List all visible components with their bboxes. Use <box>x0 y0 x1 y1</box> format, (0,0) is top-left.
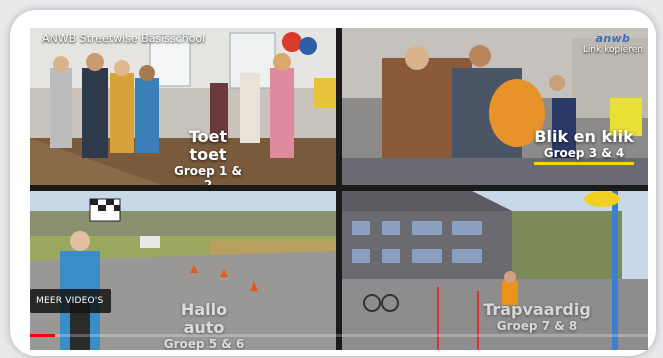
tile-group: Groep 7 & 8 <box>496 319 578 333</box>
video-player[interactable]: Toet toet Groep 1 & 2 Blik en klik Groep… <box>30 28 648 350</box>
tile-group: Groep 3 & 4 <box>543 146 625 160</box>
tile-group: Groep 5 & 6 <box>163 337 245 350</box>
tile-underline <box>534 162 634 165</box>
tile-label: Blik en klik Groep 3 & 4 <box>534 128 634 165</box>
tile-group: Groep 1 & 2 <box>174 164 242 185</box>
video-tile-toet-toet[interactable]: Toet toet Groep 1 & 2 <box>30 28 336 185</box>
copy-link-button[interactable]: anwb Link kopiëren <box>583 32 643 55</box>
video-tile-hallo-auto[interactable]: Hallo auto Groep 5 & 6 <box>30 191 336 350</box>
video-tile-trapvaardig[interactable]: Trapvaardig Groep 7 & 8 <box>342 191 648 350</box>
tile-label: Hallo auto Groep 5 & 6 <box>158 300 250 351</box>
more-videos-button[interactable]: MEER VIDEO'S <box>30 289 112 313</box>
copy-link-label: Link kopiëren <box>582 45 643 55</box>
video-title[interactable]: ANWB Streetwise Basisschool <box>42 32 205 45</box>
video-progress-bar[interactable] <box>30 334 648 337</box>
tile-label: Trapvaardig Groep 7 & 8 <box>472 300 602 334</box>
grid-divider-horizontal <box>30 185 648 191</box>
tile-title: Blik en klik <box>534 127 634 146</box>
tile-label: Toet toet Groep 1 & 2 <box>168 127 248 186</box>
video-progress-fill <box>30 334 55 337</box>
tile-title: Hallo auto <box>180 300 228 337</box>
anwb-logo-icon: anwb <box>595 32 631 45</box>
tile-title: Trapvaardig <box>483 300 591 319</box>
tile-title: Toet toet <box>188 127 228 164</box>
